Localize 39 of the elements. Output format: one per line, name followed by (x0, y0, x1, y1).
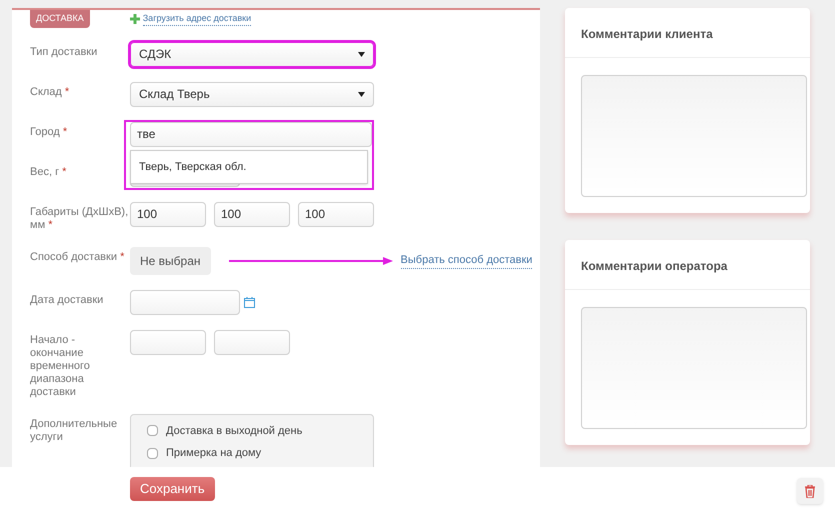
field-label: Способ доставки * (30, 250, 126, 264)
comment-textarea[interactable] (581, 307, 807, 429)
delete-button[interactable] (797, 478, 823, 504)
select-value: Склад Тверь (139, 86, 210, 103)
status-badge: Не выбран (130, 246, 211, 274)
field-label: Дата доставки (30, 292, 104, 308)
plus-icon[interactable] (130, 14, 140, 24)
field-label: Начало - окончание временного диапазона доставки (30, 332, 91, 398)
dimension-input[interactable]: 100 (130, 202, 206, 226)
arrow-icon (228, 256, 393, 264)
select-value: СДЭК (139, 46, 172, 63)
time-end-input[interactable] (214, 330, 290, 354)
comment-textarea[interactable] (581, 75, 807, 197)
field-label: Габариты (ДхШхВ), мм * (30, 204, 130, 232)
field-label: Дополнительные услуги (30, 416, 118, 444)
field-label: Склад * (30, 84, 70, 100)
choose-method-link[interactable]: Выбрать способ доставки (400, 252, 532, 270)
dimension-input[interactable]: 100 (298, 202, 374, 226)
option-label: Примерка на дому (166, 446, 262, 461)
option-label: Доставка в выходной день (166, 424, 302, 438)
load-address-link[interactable]: Загрузить адрес доставки (142, 12, 252, 26)
card-title: Комментарии оператора (565, 240, 810, 290)
calendar-icon[interactable] (244, 296, 255, 308)
field-label: Вес, г * (30, 164, 68, 180)
select-field[interactable]: Склад Тверь (130, 82, 374, 106)
date-input[interactable] (130, 290, 240, 314)
checkbox[interactable] (147, 448, 158, 459)
trash-icon (805, 484, 815, 498)
select-field[interactable]: СДЭК (130, 42, 374, 66)
field-label: Тип доставки (30, 44, 98, 60)
time-start-input[interactable] (130, 330, 206, 354)
suggestion-item[interactable]: Тверь, Тверская обл. (131, 150, 367, 183)
field-label: Город * (30, 124, 68, 140)
dimension-input[interactable]: 100 (214, 202, 290, 226)
card-title: Комментарии клиента (565, 8, 810, 58)
city-input[interactable]: тве (130, 122, 372, 146)
caret-icon (358, 92, 365, 96)
caret-icon (358, 52, 365, 56)
checkbox[interactable] (147, 425, 158, 436)
